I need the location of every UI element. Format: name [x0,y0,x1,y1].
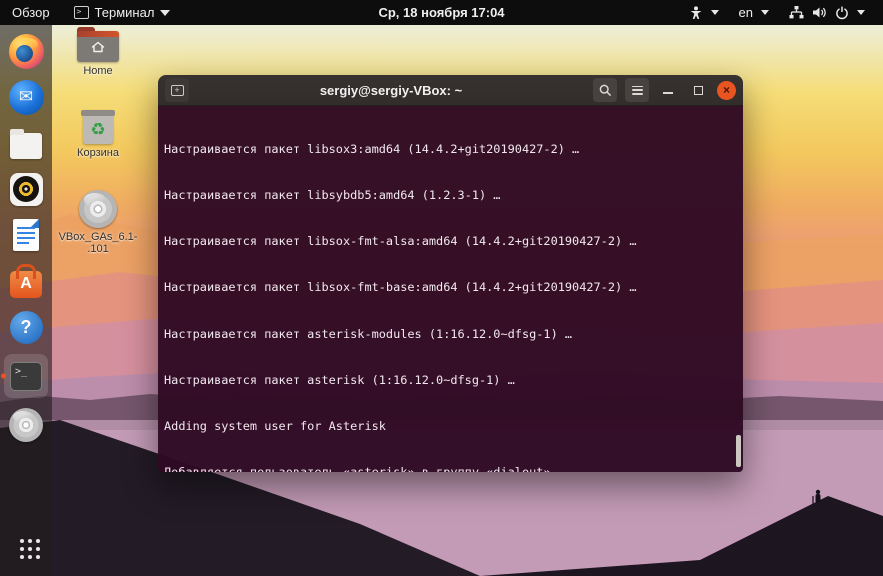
terminal-line: Настраивается пакет asterisk-modules (1:… [164,326,573,341]
search-icon [599,84,611,96]
cd-disc-icon [79,190,117,228]
desktop-icon-label: VBox_GAs_6.1- .101 [58,231,138,255]
terminal-app-icon: > [73,6,89,19]
accessibility-menu[interactable] [679,0,729,25]
system-menu[interactable] [779,0,875,25]
desktop: Обзор > Терминал Ср, 18 ноября 17:04 en [0,0,883,576]
thunderbird-icon: ✉ [8,79,44,115]
dock: ✉ A ? >_ [0,25,52,576]
dock-item-terminal[interactable]: >_ [1,354,48,398]
accessibility-icon [689,5,703,20]
terminal-scrollbar[interactable] [736,435,741,467]
desktop-icon-vbox-cd[interactable]: VBox_GAs_6.1- .101 [58,190,138,255]
libreoffice-writer-icon [13,219,39,251]
terminal-line: Настраивается пакет asterisk (1:16.12.0~… [164,372,515,387]
terminal-titlebar[interactable]: + sergiy@sergiy-VBox: ~ × [158,75,743,106]
terminal-line: Adding system user for Asterisk [164,419,386,434]
help-icon: ? [9,310,43,344]
volume-icon [812,6,827,19]
chevron-down-icon [710,10,719,15]
firefox-icon [8,33,44,69]
trash-icon: ♻ [81,110,115,144]
dock-item-rhythmbox[interactable] [4,170,48,208]
dock-item-optical-disc[interactable] [4,406,48,444]
optical-disc-icon [9,408,43,442]
terminal-line: Настраивается пакет libsybdb5:amd64 (1.2… [164,188,501,203]
maximize-button[interactable] [687,79,709,101]
top-bar: Обзор > Терминал Ср, 18 ноября 17:04 en [0,0,883,25]
ubuntu-software-icon: A [10,270,42,298]
app-grid-icon [20,539,24,543]
desktop-icon-trash[interactable]: ♻ Корзина [58,110,138,159]
activities-button[interactable]: Обзор [0,0,62,25]
network-icon [789,6,804,19]
close-button[interactable]: × [717,80,736,100]
terminal-line: Настраивается пакет libsox-fmt-alsa:amd6… [164,234,637,249]
new-tab-button[interactable]: + [165,78,189,102]
minimize-button[interactable] [657,79,679,101]
dock-item-firefox[interactable] [4,32,48,70]
desktop-icon-label: Корзина [77,147,119,159]
chevron-down-icon [761,10,769,15]
chevron-down-icon [857,10,865,15]
terminal-output: Настраивается пакет libsox3:amd64 (14.4.… [158,106,743,472]
desktop-icon-home[interactable]: Home [58,27,138,77]
terminal-icon: >_ [10,361,42,391]
menu-button[interactable] [625,78,649,102]
clock[interactable]: Ср, 18 ноября 17:04 [366,0,516,25]
app-menu-label: Терминал [94,5,155,20]
dock-item-libreoffice-writer[interactable] [4,216,48,254]
search-button[interactable] [593,78,617,102]
new-tab-icon: + [170,84,184,96]
desktop-icon-label: Home [83,65,113,77]
running-indicator [1,373,6,379]
app-menu[interactable]: > Терминал [62,0,183,25]
hamburger-icon [631,85,643,95]
chevron-down-icon [160,9,171,16]
files-icon [10,128,42,159]
maximize-icon [693,85,703,95]
dock-item-help[interactable]: ? [4,308,48,346]
recycle-symbol: ♻ [90,119,106,139]
keyboard-layout-menu[interactable]: en [729,0,779,25]
terminal-line: Настраивается пакет libsox-fmt-base:amd6… [164,280,637,295]
dock-item-files[interactable] [4,124,48,162]
dock-item-ubuntu-software[interactable]: A [4,262,48,300]
keyboard-layout-label: en [738,5,753,20]
minimize-icon [663,92,673,94]
terminal-line: Добавляется пользователь «asterisk» в гр… [164,465,741,472]
terminal-window: + sergiy@sergiy-VBox: ~ × Настраивается … [158,75,743,472]
home-folder-icon [77,27,119,62]
rhythmbox-icon [9,172,43,206]
power-icon [835,6,849,20]
terminal-line: Настраивается пакет libsox3:amd64 (14.4.… [164,141,580,156]
dock-item-thunderbird[interactable]: ✉ [4,78,48,116]
close-icon: × [722,82,730,97]
dock-item-app-grid[interactable] [4,530,48,560]
window-title: sergiy@sergiy-VBox: ~ [319,82,463,98]
